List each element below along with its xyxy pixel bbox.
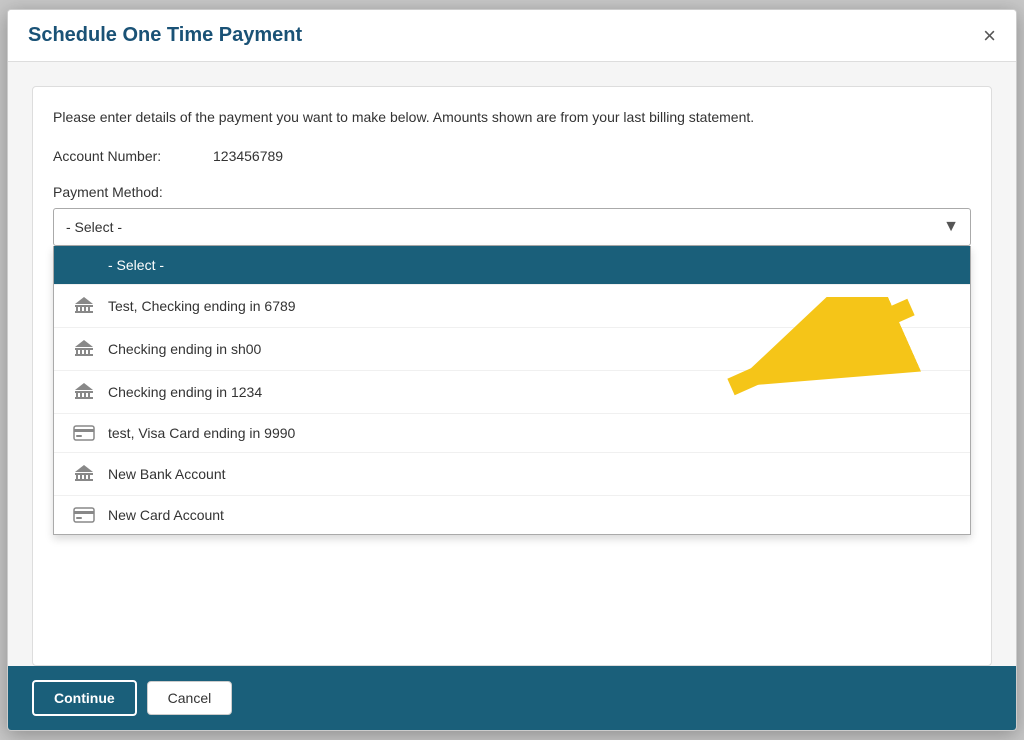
- bank-icon-checkingsh00: [68, 339, 100, 359]
- dropdown-item-newcard[interactable]: New Card Account: [54, 496, 970, 534]
- dropdown-item-checking1234[interactable]: Checking ending in 1234: [54, 371, 970, 414]
- bank-icon-checking1234: [68, 382, 100, 402]
- payment-method-label: Payment Method:: [53, 184, 971, 200]
- dropdown-item-newcard-label: New Card Account: [108, 507, 224, 523]
- continue-button[interactable]: Continue: [32, 680, 137, 716]
- dropdown-item-checking6789-label: Test, Checking ending in 6789: [108, 298, 296, 314]
- card-icon-newcard: [68, 507, 100, 523]
- modal-footer: Continue Cancel: [8, 666, 1016, 730]
- dropdown-item-checkingsh00-label: Checking ending in sh00: [108, 341, 261, 357]
- bank-icon-checking6789: [68, 296, 100, 316]
- modal-header: Schedule One Time Payment ×: [8, 10, 1016, 62]
- payment-method-section: Payment Method: - Select - ▼ - Select -: [53, 184, 971, 246]
- account-number-label: Account Number:: [53, 148, 213, 164]
- cancel-button[interactable]: Cancel: [147, 681, 233, 715]
- dropdown-item-visa9990-label: test, Visa Card ending in 9990: [108, 425, 295, 441]
- close-button[interactable]: ×: [983, 25, 996, 47]
- bank-icon-newbank: [68, 464, 100, 484]
- modal-container: Schedule One Time Payment × Please enter…: [7, 9, 1017, 731]
- account-number-value: 123456789: [213, 148, 283, 164]
- dropdown-item-checking6789[interactable]: Test, Checking ending in 6789: [54, 285, 970, 328]
- account-number-row: Account Number: 123456789: [53, 148, 971, 164]
- dropdown-item-select[interactable]: - Select -: [54, 246, 970, 285]
- modal-title: Schedule One Time Payment: [28, 24, 302, 47]
- dropdown-item-newbank[interactable]: New Bank Account: [54, 453, 970, 496]
- dropdown-item-newbank-label: New Bank Account: [108, 466, 226, 482]
- dropdown-item-checkingsh00[interactable]: Checking ending in sh00: [54, 328, 970, 371]
- payment-method-dropdown: - Select -: [53, 246, 971, 535]
- payment-method-select[interactable]: - Select -: [53, 208, 971, 246]
- info-text: Please enter details of the payment you …: [53, 107, 971, 128]
- select-display-text: - Select -: [66, 219, 122, 235]
- dropdown-item-select-label: - Select -: [108, 257, 164, 273]
- modal-body: Please enter details of the payment you …: [8, 62, 1016, 666]
- payment-method-select-wrapper: - Select - ▼ - Select -: [53, 208, 971, 246]
- dropdown-item-visa9990[interactable]: test, Visa Card ending in 9990: [54, 414, 970, 453]
- content-area: Please enter details of the payment you …: [32, 86, 992, 666]
- card-icon-visa9990: [68, 425, 100, 441]
- dropdown-item-checking1234-label: Checking ending in 1234: [108, 384, 262, 400]
